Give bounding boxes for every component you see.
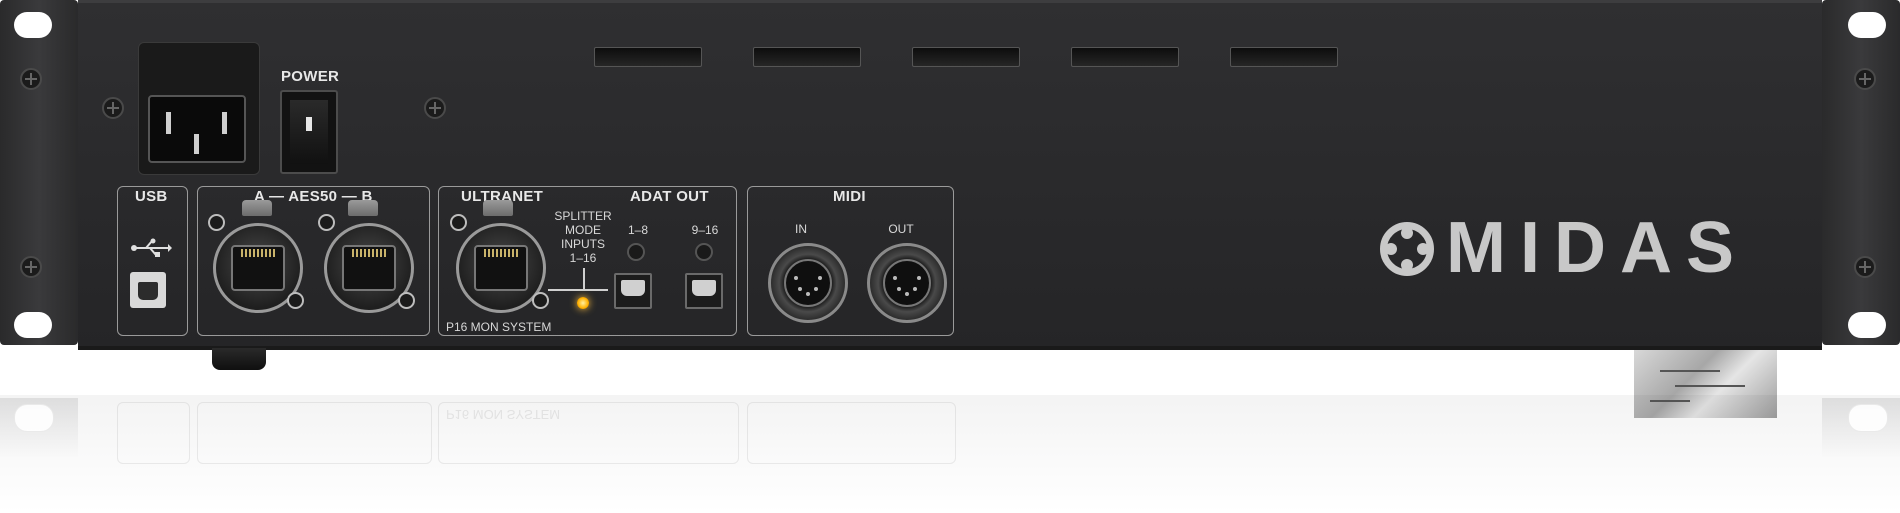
splitter-line (548, 289, 608, 291)
rack-slot (1848, 12, 1886, 38)
din-pin (794, 276, 798, 280)
connector-latch[interactable] (348, 200, 378, 216)
reflection-box (747, 402, 956, 464)
usb-label: USB (135, 188, 168, 205)
chassis-bottom-edge (78, 346, 1822, 350)
din-socket (784, 259, 832, 307)
rack-slot (1848, 312, 1886, 338)
vent-slot (912, 47, 1020, 67)
p16-mon-system-label: P16 MON SYSTEM (446, 320, 552, 334)
din-pin (818, 276, 822, 280)
usb-icon (131, 238, 172, 257)
din-pin (806, 292, 810, 296)
reflection-box (117, 402, 190, 464)
midi-in-label: IN (795, 222, 807, 236)
power-pin (194, 134, 199, 154)
reflection-text: P16 MON SYSTEM (446, 407, 561, 422)
din-pin (905, 292, 909, 296)
screw-icon (1854, 256, 1876, 278)
screw-icon (20, 68, 42, 90)
midi-out-label: OUT (888, 222, 914, 236)
adat-1-8-label: 1–8 (627, 223, 649, 237)
rubber-foot (212, 348, 266, 370)
power-pin (222, 112, 227, 134)
usb-port-socket (138, 282, 158, 300)
sticker-detail (1675, 385, 1745, 387)
sticker-detail (1660, 370, 1720, 372)
din-pin (917, 276, 921, 280)
din-pin (798, 287, 802, 291)
adat-9-16-label: 9–16 (691, 223, 719, 237)
reflection-box (197, 402, 432, 464)
adat-out-label: ADAT OUT (630, 188, 709, 205)
din-pin (893, 276, 897, 280)
reflection-slot (14, 404, 54, 432)
rj45-contacts (484, 249, 518, 257)
screw-icon (1854, 68, 1876, 90)
reflection-slot (1848, 404, 1888, 432)
midi-label: MIDI (833, 188, 866, 205)
rack-ear-left (0, 0, 78, 345)
connector-latch[interactable] (242, 200, 272, 216)
screw-icon (318, 214, 335, 231)
din-pin (913, 287, 917, 291)
vent-slot (594, 47, 702, 67)
splitter-mode-label: SPLITTER MODE INPUTS 1–16 (554, 209, 612, 265)
vent-slot (753, 47, 861, 67)
power-rocker (290, 100, 328, 164)
din-pin (897, 287, 901, 291)
usb-section (117, 186, 188, 336)
optical-socket (692, 280, 716, 296)
logo-dot (1401, 227, 1413, 239)
logo-dot (1401, 259, 1413, 271)
rj45-contacts (352, 249, 386, 257)
screw-icon (102, 97, 124, 119)
rack-slot (14, 312, 52, 338)
power-label: POWER (281, 68, 340, 85)
screw-icon (695, 243, 713, 261)
screw-icon (398, 292, 415, 309)
screw-icon (424, 97, 446, 119)
screw-icon (532, 292, 549, 309)
led-indicator (577, 297, 589, 309)
screw-icon (20, 256, 42, 278)
connector-latch[interactable] (483, 200, 513, 216)
power-pin (166, 112, 171, 134)
din-socket (883, 259, 931, 307)
logo-dot (1417, 243, 1429, 255)
din-pin (814, 287, 818, 291)
logo-dot (1385, 243, 1397, 255)
rj45-contacts (241, 249, 275, 257)
rack-slot (14, 12, 52, 38)
splitter-line (583, 268, 585, 290)
vent-slot (1071, 47, 1179, 67)
screw-icon (627, 243, 645, 261)
vent-slot (1230, 47, 1338, 67)
optical-socket (621, 280, 645, 296)
rack-ear-right (1822, 0, 1900, 345)
power-on-mark (306, 117, 312, 131)
screw-icon (287, 292, 304, 309)
screw-icon (450, 214, 467, 231)
screw-icon (208, 214, 225, 231)
brand-logo-text: MIDAS (1446, 208, 1748, 288)
